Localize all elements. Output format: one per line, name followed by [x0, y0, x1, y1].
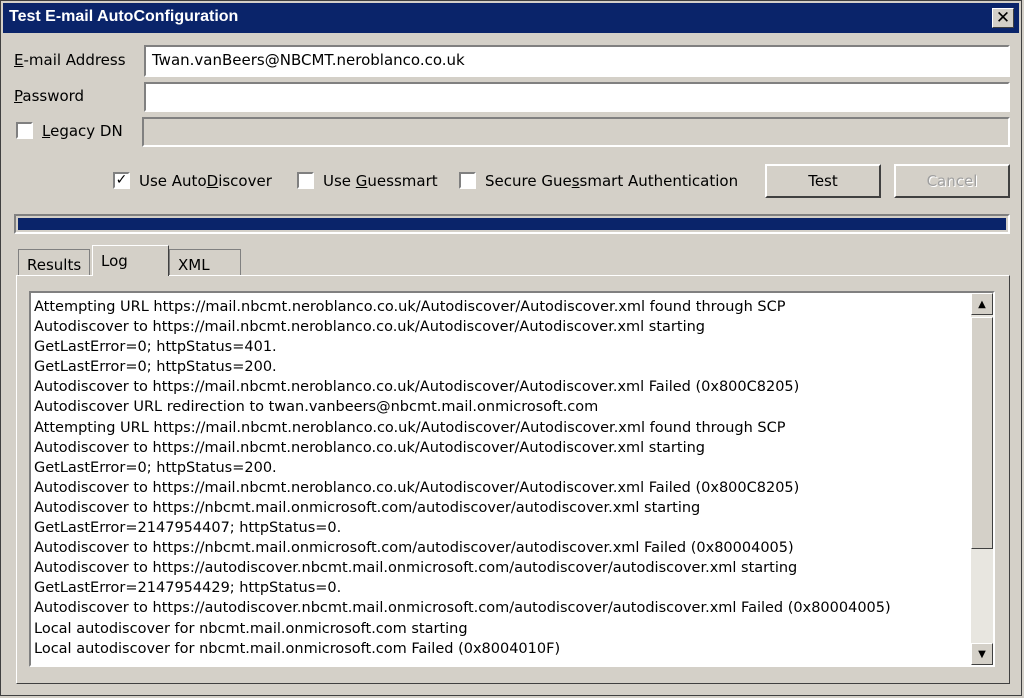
- password-field[interactable]: [144, 82, 1010, 112]
- guessmart-label: Use Guessmart: [323, 172, 438, 190]
- log-line: GetLastError=0; httpStatus=401.: [34, 339, 277, 356]
- log-line: Autodiscover to https://mail.nbcmt.nerob…: [34, 479, 800, 496]
- title-bar: Test E-mail AutoConfiguration ✕: [3, 3, 1019, 33]
- close-icon: ✕: [995, 7, 1011, 28]
- guessmart-checkbox[interactable]: [297, 172, 314, 189]
- password-label: Password: [14, 87, 85, 105]
- test-button[interactable]: Test: [765, 164, 881, 198]
- scroll-up-button[interactable]: ▲: [971, 293, 993, 315]
- tab-log[interactable]: Log: [92, 245, 169, 276]
- log-line: Attempting URL https://mail.nbcmt.nerobl…: [34, 419, 786, 436]
- log-line: Autodiscover to https://nbcmt.mail.onmic…: [34, 540, 794, 557]
- log-lines: Attempting URL https://mail.nbcmt.nerobl…: [34, 297, 891, 659]
- log-line: Autodiscover to https://mail.nbcmt.nerob…: [34, 319, 705, 336]
- checkmark-icon: ✓: [115, 172, 128, 188]
- scroll-thumb[interactable]: [971, 317, 993, 549]
- legacy-dn-checkbox[interactable]: [16, 122, 33, 139]
- autodiscover-label: Use AutoDiscover: [139, 172, 272, 190]
- log-line: GetLastError=2147954429; httpStatus=0.: [34, 580, 342, 597]
- scroll-down-icon: ▼: [978, 648, 986, 660]
- log-line: GetLastError=0; httpStatus=200.: [34, 359, 277, 376]
- autoconfig-dialog: Test E-mail AutoConfiguration ✕ E-mail A…: [0, 0, 1022, 696]
- log-line: GetLastError=0; httpStatus=200.: [34, 459, 277, 476]
- scroll-down-button[interactable]: ▼: [971, 643, 993, 665]
- log-line: Autodiscover URL redirection to twan.van…: [34, 399, 599, 416]
- log-line: Local autodiscover for nbcmt.mail.onmicr…: [34, 640, 561, 657]
- scroll-up-icon: ▲: [978, 298, 986, 310]
- vertical-scrollbar[interactable]: ▲ ▼: [971, 293, 993, 665]
- close-button[interactable]: ✕: [992, 8, 1014, 28]
- progress-bar: [14, 214, 1010, 234]
- log-textbox[interactable]: Attempting URL https://mail.nbcmt.nerobl…: [29, 291, 995, 667]
- tab-xml[interactable]: XML: [169, 249, 241, 276]
- window-title: Test E-mail AutoConfiguration: [9, 8, 239, 25]
- log-line: Autodiscover to https://nbcmt.mail.onmic…: [34, 499, 701, 516]
- tab-results[interactable]: Results: [18, 249, 91, 276]
- secure-guessmart-label: Secure Guessmart Authentication: [485, 172, 739, 190]
- legacy-dn-field: [142, 117, 1010, 147]
- email-label: E-mail Address: [14, 51, 126, 69]
- log-line: Autodiscover to https://mail.nbcmt.nerob…: [34, 439, 705, 456]
- email-field[interactable]: Twan.vanBeers@NBCMT.neroblanco.co.uk: [144, 45, 1010, 77]
- log-line: Autodiscover to https://autodiscover.nbc…: [34, 560, 798, 577]
- cancel-button: Cancel: [894, 164, 1010, 198]
- legacy-dn-label: Legacy DN: [42, 122, 123, 140]
- log-line: Local autodiscover for nbcmt.mail.onmicr…: [34, 620, 468, 637]
- log-line: Autodiscover to https://autodiscover.nbc…: [34, 600, 891, 617]
- log-line: Autodiscover to https://mail.nbcmt.nerob…: [34, 379, 800, 396]
- autodiscover-checkbox[interactable]: ✓: [113, 172, 130, 189]
- log-line: Attempting URL https://mail.nbcmt.nerobl…: [34, 299, 786, 315]
- secure-guessmart-checkbox[interactable]: [459, 172, 476, 189]
- progress-fill: [18, 218, 1006, 230]
- log-line: GetLastError=2147954407; httpStatus=0.: [34, 520, 342, 537]
